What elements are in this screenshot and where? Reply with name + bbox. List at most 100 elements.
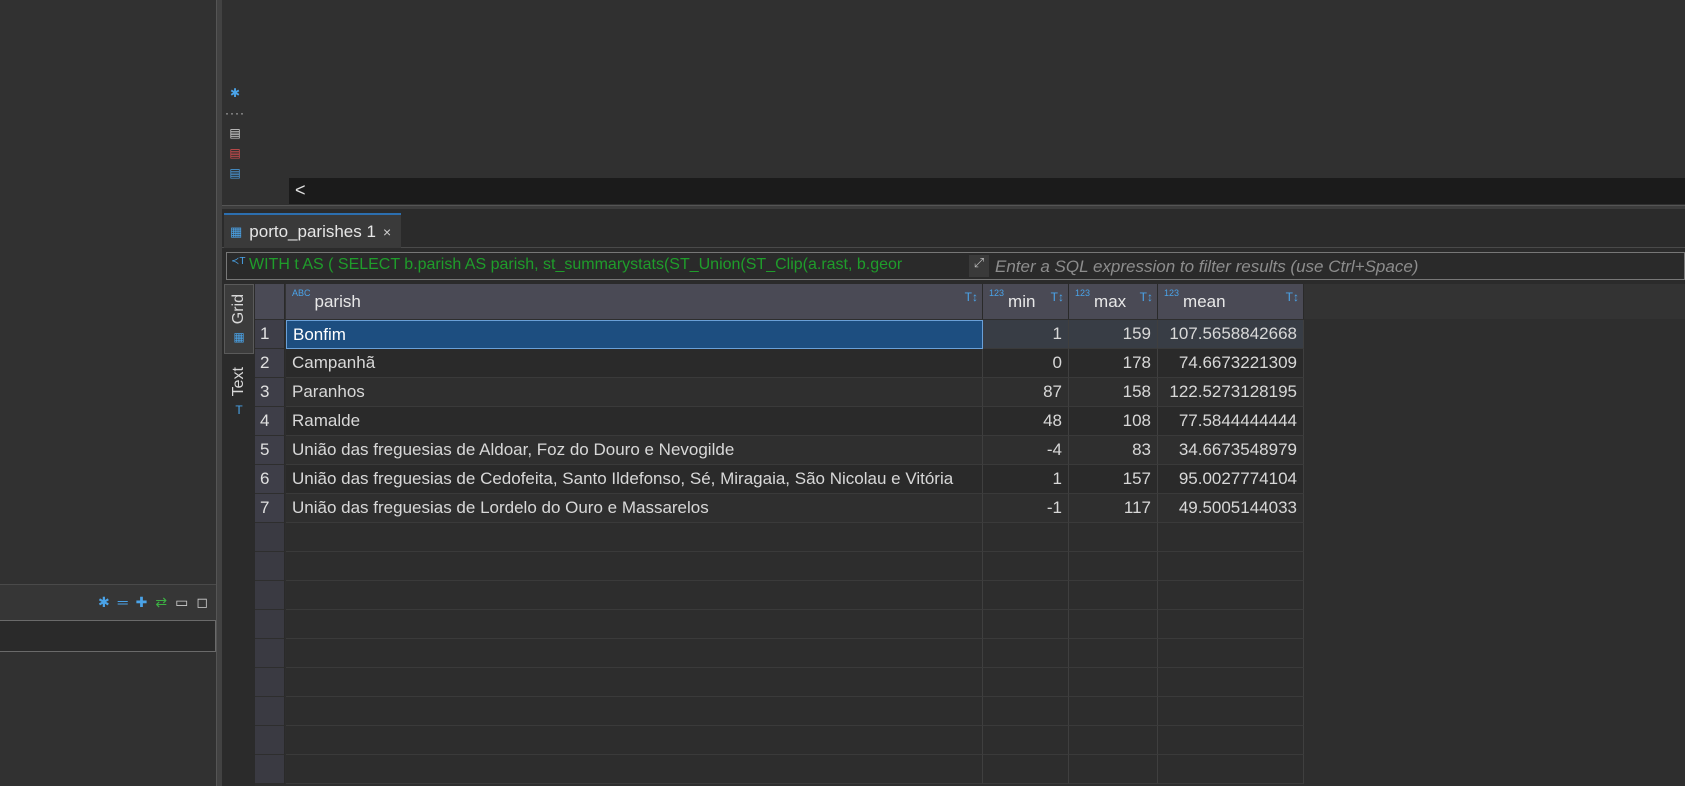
cell-min[interactable]: 87 (983, 378, 1069, 407)
row-number (255, 639, 285, 668)
empty-cell (1069, 755, 1158, 784)
table-row[interactable]: 7 União das freguesias de Lordelo do Our… (255, 494, 1685, 523)
tab-text-label: Text (230, 367, 247, 397)
cell-mean[interactable]: 95.0027774104 (1158, 465, 1304, 494)
column-header-min[interactable]: 123 min T↕ (983, 284, 1069, 319)
cell-max[interactable]: 159 (1069, 320, 1158, 349)
tab-grid[interactable]: Grid ▦ (224, 284, 254, 354)
cell-parish[interactable]: Bonfim (286, 320, 983, 349)
row-number (255, 610, 285, 639)
editor-results-divider[interactable] (222, 205, 1685, 209)
minimize-icon[interactable]: ▭ (175, 594, 188, 610)
row-number[interactable]: 4 (255, 407, 285, 436)
column-header-max[interactable]: 123 max T↕ (1069, 284, 1158, 319)
cell-mean[interactable]: 107.5658842668 (1158, 320, 1304, 349)
empty-cell (286, 639, 983, 668)
filter-sort-icon[interactable]: T↕ (965, 290, 978, 304)
cell-min[interactable]: 1 (983, 465, 1069, 494)
cell-min[interactable]: -4 (983, 436, 1069, 465)
row-number[interactable]: 7 (255, 494, 285, 523)
row-number[interactable]: 3 (255, 378, 285, 407)
left-panel-filter[interactable] (0, 620, 216, 652)
connect-icon[interactable]: ✱ (224, 86, 246, 100)
empty-cell (983, 639, 1069, 668)
collapse-icon[interactable]: ═ (118, 594, 128, 610)
column-name: parish (314, 291, 361, 311)
cell-parish[interactable]: União das freguesias de Lordelo do Ouro … (286, 494, 983, 523)
table-row[interactable]: 4 Ramalde 48 108 77.5844444444 (255, 407, 1685, 436)
row-number (255, 523, 285, 552)
filter-input[interactable] (967, 255, 1685, 279)
stop-script-icon[interactable]: ▤ (224, 146, 246, 160)
table-row[interactable]: 6 União das freguesias de Cedofeita, San… (255, 465, 1685, 494)
cell-parish[interactable]: União das freguesias de Aldoar, Foz do D… (286, 436, 983, 465)
row-number[interactable]: 2 (255, 349, 285, 378)
cell-max[interactable]: 158 (1069, 378, 1158, 407)
filter-sort-icon[interactable]: T↕ (1051, 290, 1064, 304)
empty-cell (286, 523, 983, 552)
cell-mean[interactable]: 74.6673221309 (1158, 349, 1304, 378)
results-grid[interactable]: ABC parish T↕ 123 min T↕ 123 max T↕ 123 … (255, 284, 1685, 786)
cell-parish[interactable]: Ramalde (286, 407, 983, 436)
column-header-parish[interactable]: ABC parish T↕ (286, 284, 983, 319)
empty-cell (286, 552, 983, 581)
row-number[interactable]: 5 (255, 436, 285, 465)
cell-min[interactable]: 1 (983, 320, 1069, 349)
filter-sort-icon[interactable]: T↕ (1286, 290, 1299, 304)
number-type-icon: 123 (989, 288, 1005, 298)
execute-script-icon[interactable]: ▤ (224, 126, 246, 140)
cell-max[interactable]: 108 (1069, 407, 1158, 436)
table-row[interactable]: 5 União das freguesias de Aldoar, Foz do… (255, 436, 1685, 465)
cell-mean[interactable]: 77.5844444444 (1158, 407, 1304, 436)
table-row[interactable]: 3 Paranhos 87 158 122.5273128195 (255, 378, 1685, 407)
left-panel-toolbar: ✱ ═ ✚ ⇄ ▭ ◻ (0, 584, 216, 620)
row-number[interactable]: 1 (255, 320, 285, 349)
empty-cell (1158, 552, 1304, 581)
cell-max[interactable]: 83 (1069, 436, 1158, 465)
cell-min[interactable]: -1 (983, 494, 1069, 523)
sql-editor[interactable] (222, 0, 1685, 208)
cell-parish[interactable]: Campanhã (286, 349, 983, 378)
grid-corner[interactable] (255, 284, 285, 319)
editor-horizontal-scrollbar[interactable]: < (289, 178, 1685, 204)
empty-cell (286, 668, 983, 697)
close-icon[interactable]: × (383, 224, 391, 240)
maximize-icon[interactable]: ◻ (196, 594, 208, 610)
cell-max[interactable]: 178 (1069, 349, 1158, 378)
row-number (255, 755, 285, 784)
cell-parish[interactable]: Paranhos (286, 378, 983, 407)
empty-cell (1069, 552, 1158, 581)
tab-porto-parishes[interactable]: ▦ porto_parishes 1 × (224, 213, 402, 248)
cell-max[interactable]: 157 (1069, 465, 1158, 494)
cell-mean[interactable]: 34.6673548979 (1158, 436, 1304, 465)
tab-text[interactable]: Text T (224, 358, 254, 426)
empty-cell (1158, 668, 1304, 697)
table-row[interactable]: 2 Campanhã 0 178 74.6673221309 (255, 349, 1685, 378)
row-number[interactable]: 6 (255, 465, 285, 494)
empty-cell (983, 552, 1069, 581)
expand-icon[interactable]: ✚ (136, 594, 148, 610)
filter-sort-icon[interactable]: T↕ (1140, 290, 1153, 304)
empty-cell (1069, 668, 1158, 697)
cell-max[interactable]: 117 (1069, 494, 1158, 523)
connect-icon[interactable]: ✱ (98, 594, 110, 610)
empty-cell (1158, 726, 1304, 755)
link-icon[interactable]: ⇄ (155, 594, 167, 610)
cell-min[interactable]: 48 (983, 407, 1069, 436)
empty-row (255, 755, 1685, 784)
empty-cell (1069, 639, 1158, 668)
query-text[interactable]: WITH t AS ( SELECT b.parish AS parish, s… (249, 256, 965, 277)
empty-cell (1069, 610, 1158, 639)
grid-header: ABC parish T↕ 123 min T↕ 123 max T↕ 123 … (255, 284, 1685, 319)
scroll-left-icon[interactable]: < (295, 180, 306, 201)
table-row[interactable]: 1 Bonfim 1 159 107.5658842668 (255, 320, 1685, 349)
empty-cell (983, 668, 1069, 697)
number-type-icon: 123 (1164, 288, 1180, 298)
explain-plan-icon[interactable]: ▤ (224, 166, 246, 180)
cell-parish[interactable]: União das freguesias de Cedofeita, Santo… (286, 465, 983, 494)
empty-cell (1158, 610, 1304, 639)
cell-min[interactable]: 0 (983, 349, 1069, 378)
cell-mean[interactable]: 122.5273128195 (1158, 378, 1304, 407)
cell-mean[interactable]: 49.5005144033 (1158, 494, 1304, 523)
column-header-mean[interactable]: 123 mean T↕ (1158, 284, 1304, 319)
